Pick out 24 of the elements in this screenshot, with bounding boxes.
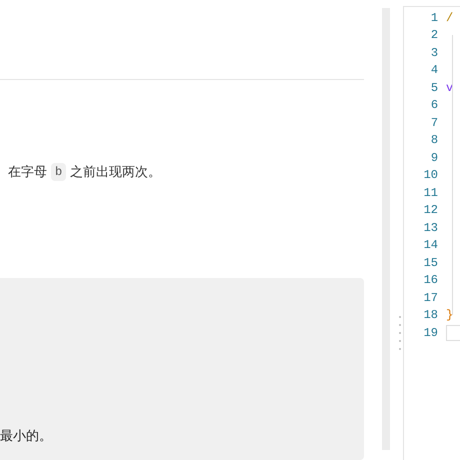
- line-number: 4: [430, 62, 438, 80]
- example-text: 最小的。: [0, 427, 53, 445]
- description-text: 在字母 b 之前出现两次。: [7, 162, 162, 182]
- line-number: 12: [422, 202, 438, 220]
- active-line-box: [446, 324, 460, 341]
- code-text: }: [446, 307, 454, 324]
- line-number: 8: [430, 132, 438, 150]
- line-number: 19: [422, 324, 438, 342]
- code-text: /: [446, 10, 454, 27]
- line-number: 13: [422, 220, 438, 237]
- line-number: 6: [430, 97, 438, 114]
- line-number: 3: [430, 44, 438, 62]
- line-number: 15: [422, 254, 438, 272]
- line-number: 5: [430, 80, 438, 97]
- line-number: 14: [422, 237, 438, 254]
- line-number: 17: [422, 290, 438, 307]
- line-number: 16: [422, 272, 438, 290]
- line-number: 11: [422, 184, 438, 202]
- line-number: 7: [430, 114, 438, 132]
- line-number: 10: [422, 167, 438, 184]
- line-number: 9: [430, 150, 438, 167]
- line-number: 18: [422, 307, 438, 324]
- line-number: 2: [430, 27, 438, 44]
- line-number: 1: [430, 10, 438, 27]
